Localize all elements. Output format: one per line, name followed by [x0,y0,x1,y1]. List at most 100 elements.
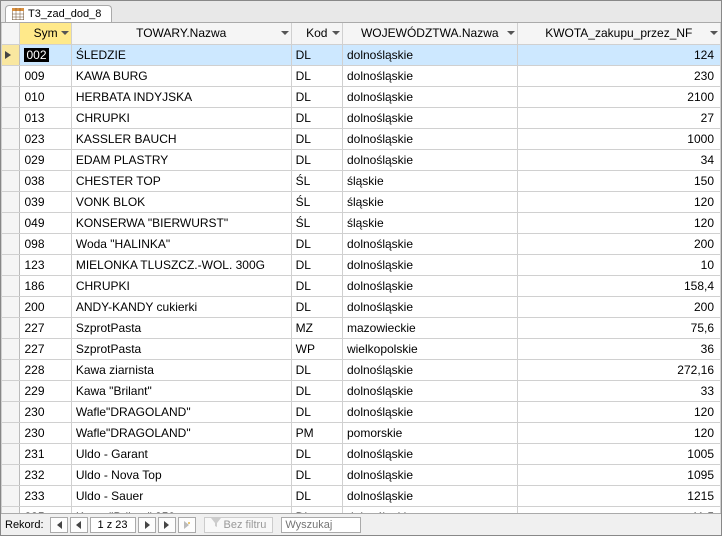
cell-kwota[interactable]: 124 [517,44,720,65]
cell-kwota[interactable]: 150 [517,170,720,191]
cell-kod[interactable]: ŚL [291,170,342,191]
cell-woj[interactable]: śląskie [342,170,517,191]
column-header-kod[interactable]: Kod [291,23,342,44]
cell-sym[interactable]: 039 [20,191,71,212]
nav-last-button[interactable] [158,517,176,533]
table-row[interactable]: 010HERBATA INDYJSKADLdolnośląskie2100 [2,86,721,107]
cell-sym[interactable]: 029 [20,149,71,170]
cell-sym[interactable]: 230 [20,401,71,422]
table-row[interactable]: 186CHRUPKIDLdolnośląskie158,4 [2,275,721,296]
row-selector[interactable] [2,233,20,254]
cell-kwota[interactable]: 158,4 [517,275,720,296]
row-selector[interactable] [2,296,20,317]
dropdown-icon[interactable] [332,31,340,35]
cell-sym[interactable]: 232 [20,464,71,485]
cell-towary[interactable]: Uldo - Nova Top [71,464,291,485]
cell-woj[interactable]: dolnośląskie [342,128,517,149]
row-selector[interactable] [2,170,20,191]
dropdown-icon[interactable] [61,31,69,35]
cell-kod[interactable]: DL [291,296,342,317]
cell-towary[interactable]: CHRUPKI [71,107,291,128]
nav-next-button[interactable] [138,517,156,533]
table-row[interactable]: 049KONSERWA "BIERWURST"ŚLśląskie120 [2,212,721,233]
cell-woj[interactable]: dolnośląskie [342,44,517,65]
cell-sym[interactable]: 231 [20,443,71,464]
cell-towary[interactable]: KONSERWA "BIERWURST" [71,212,291,233]
cell-woj[interactable]: śląskie [342,191,517,212]
cell-kod[interactable]: DL [291,443,342,464]
table-row[interactable]: 235Kawa "Brilant" 250 gDLdolnośląskie41,… [2,506,721,513]
cell-sym[interactable]: 227 [20,338,71,359]
cell-kwota[interactable]: 120 [517,401,720,422]
dropdown-icon[interactable] [507,31,515,35]
cell-woj[interactable]: dolnośląskie [342,149,517,170]
cell-woj[interactable]: śląskie [342,212,517,233]
cell-sym[interactable]: 038 [20,170,71,191]
cell-kwota[interactable]: 200 [517,296,720,317]
cell-sym[interactable]: 013 [20,107,71,128]
cell-woj[interactable]: dolnośląskie [342,380,517,401]
row-selector[interactable] [2,275,20,296]
cell-kwota[interactable]: 75,6 [517,317,720,338]
cell-towary[interactable]: SzprotPasta [71,317,291,338]
search-input[interactable] [281,517,361,533]
cell-kod[interactable]: DL [291,359,342,380]
row-selector[interactable] [2,149,20,170]
cell-woj[interactable]: mazowieckie [342,317,517,338]
cell-kwota[interactable]: 120 [517,422,720,443]
cell-kod[interactable]: DL [291,86,342,107]
cell-kwota[interactable]: 10 [517,254,720,275]
row-selector[interactable] [2,338,20,359]
cell-towary[interactable]: Wafle"DRAGOLAND" [71,401,291,422]
cell-kwota[interactable]: 1095 [517,464,720,485]
cell-towary[interactable]: CHRUPKI [71,275,291,296]
cell-towary[interactable]: Kawa "Brilant" 250 g [71,506,291,513]
cell-kwota[interactable]: 1215 [517,485,720,506]
cell-woj[interactable]: dolnośląskie [342,233,517,254]
cell-woj[interactable]: dolnośląskie [342,107,517,128]
cell-kwota[interactable]: 36 [517,338,720,359]
cell-sym[interactable]: 049 [20,212,71,233]
row-selector[interactable] [2,44,20,65]
cell-kod[interactable]: DL [291,380,342,401]
cell-sym[interactable]: 010 [20,86,71,107]
row-selector[interactable] [2,380,20,401]
cell-sym[interactable]: 123 [20,254,71,275]
cell-sym[interactable]: 229 [20,380,71,401]
table-row[interactable]: 230Wafle"DRAGOLAND"DLdolnośląskie120 [2,401,721,422]
table-row[interactable]: 231Uldo - GarantDLdolnośląskie1005 [2,443,721,464]
row-selector[interactable] [2,359,20,380]
row-selector-header[interactable] [2,23,20,44]
cell-towary[interactable]: VONK BLOK [71,191,291,212]
cell-towary[interactable]: Woda "HALINKA" [71,233,291,254]
cell-woj[interactable]: dolnośląskie [342,485,517,506]
cell-towary[interactable]: Kawa ziarnista [71,359,291,380]
table-row[interactable]: 023KASSLER BAUCHDLdolnośląskie1000 [2,128,721,149]
table-row[interactable]: 233Uldo - SauerDLdolnośląskie1215 [2,485,721,506]
cell-kod[interactable]: DL [291,464,342,485]
table-row[interactable]: 228Kawa ziarnistaDLdolnośląskie272,16 [2,359,721,380]
table-row[interactable]: 029EDAM PLASTRYDLdolnośląskie34 [2,149,721,170]
table-row[interactable]: 227SzprotPastaMZmazowieckie75,6 [2,317,721,338]
cell-kod[interactable]: PM [291,422,342,443]
column-header-woj[interactable]: WOJEWÓDZTWA.Nazwa [342,23,517,44]
column-header-sym[interactable]: Sym [20,23,71,44]
dropdown-icon[interactable] [710,31,718,35]
cell-sym[interactable]: 227 [20,317,71,338]
cell-kwota[interactable]: 272,16 [517,359,720,380]
row-selector[interactable] [2,191,20,212]
cell-woj[interactable]: dolnośląskie [342,464,517,485]
table-row[interactable]: 039VONK BLOKŚLśląskie120 [2,191,721,212]
cell-kod[interactable]: DL [291,149,342,170]
table-row[interactable]: 200ANDY-KANDY cukierkiDLdolnośląskie200 [2,296,721,317]
cell-kwota[interactable]: 120 [517,191,720,212]
cell-kwota[interactable]: 41,5 [517,506,720,513]
cell-kwota[interactable]: 2100 [517,86,720,107]
cell-towary[interactable]: EDAM PLASTRY [71,149,291,170]
cell-kod[interactable]: ŚL [291,212,342,233]
column-header-kwota[interactable]: KWOTA_zakupu_przez_NF [517,23,720,44]
cell-towary[interactable]: Uldo - Garant [71,443,291,464]
cell-sym[interactable]: 023 [20,128,71,149]
cell-kod[interactable]: DL [291,485,342,506]
dropdown-icon[interactable] [281,31,289,35]
